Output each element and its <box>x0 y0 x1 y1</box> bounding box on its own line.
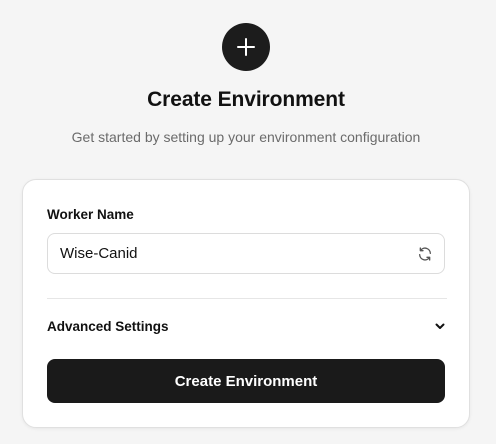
plus-icon <box>237 38 255 56</box>
regenerate-name-button[interactable] <box>416 245 434 263</box>
refresh-icon <box>419 247 431 261</box>
page-subtitle: Get started by setting up your environme… <box>71 129 421 145</box>
advanced-settings-label: Advanced Settings <box>47 318 169 334</box>
worker-name-label: Worker Name <box>47 207 134 222</box>
add-environment-button[interactable] <box>222 23 270 71</box>
worker-name-field <box>47 233 445 274</box>
worker-name-input[interactable] <box>48 234 408 273</box>
chevron-down-icon <box>433 319 447 333</box>
create-environment-button[interactable]: Create Environment <box>47 359 445 403</box>
divider <box>47 298 447 299</box>
advanced-settings-toggle[interactable]: Advanced Settings <box>47 313 447 339</box>
environment-form-card: Worker Name Advanced Settings Creat <box>22 179 470 428</box>
page-title: Create Environment <box>147 88 345 111</box>
create-environment-page: Create Environment Get started by settin… <box>0 0 496 444</box>
